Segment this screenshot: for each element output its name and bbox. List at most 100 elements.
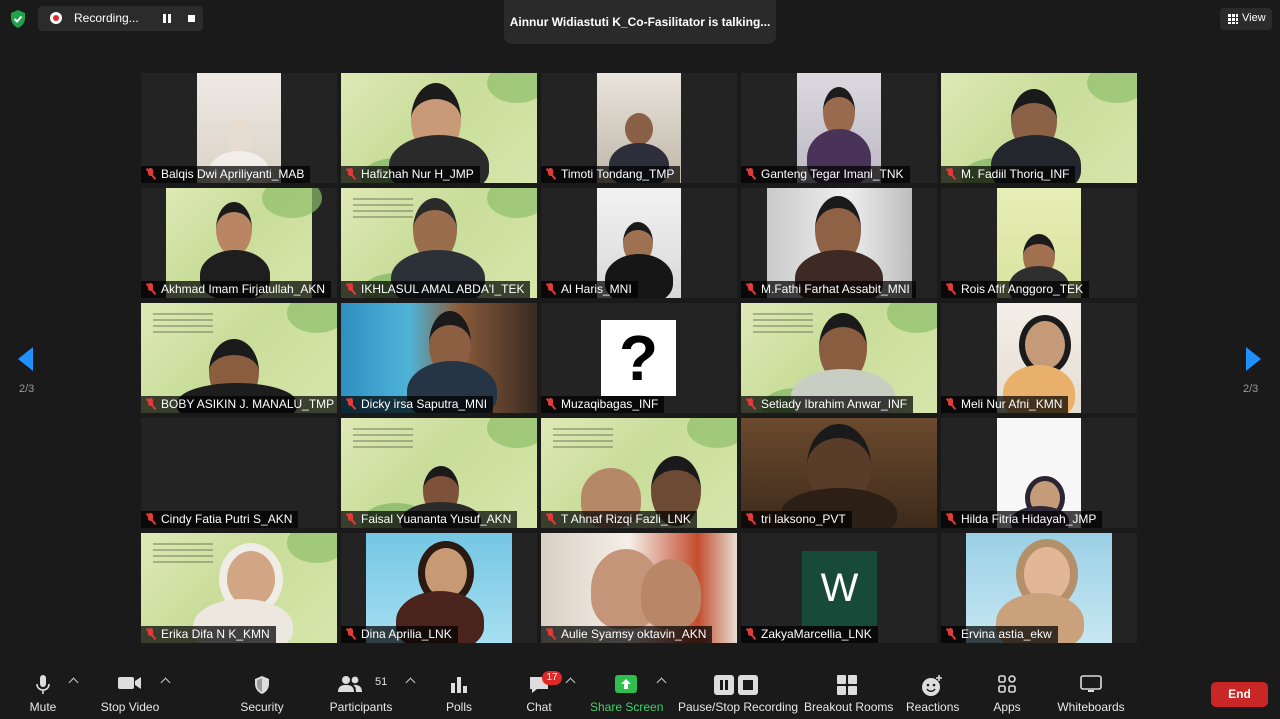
mute-options-chevron-icon[interactable] [68,677,79,688]
whiteboards-label: Whiteboards [1057,700,1125,714]
muted-mic-icon [545,512,557,526]
end-meeting-button[interactable]: End [1211,682,1268,707]
video-tile[interactable]: Hilda Fitria Hidayah_JMP [941,418,1137,528]
pause-stop-recording-button[interactable]: Pause/Stop Recording [678,665,798,719]
active-speaker-banner: Ainnur Widiastuti K_Co-Fasilitator is ta… [504,0,776,44]
chat-options-chevron-icon[interactable] [565,677,576,688]
video-tile[interactable]: Timoti Tondang_TMP [541,73,737,183]
video-tile[interactable]: Ervina astia_ekw [941,533,1137,643]
video-tile[interactable]: Meli Nur Afni_KMN [941,303,1137,413]
previous-page-arrow-icon[interactable] [18,347,33,371]
recording-label: Recording... [74,11,139,25]
participants-count: 51 [375,676,388,688]
share-screen-button[interactable]: Share Screen [590,665,663,719]
breakout-rooms-icon [837,675,857,695]
muted-mic-icon [745,167,757,181]
participant-avatar: ? [601,320,676,396]
video-tile[interactable]: Ganteng Tegar Imani_TNK [741,73,937,183]
muted-mic-icon [145,397,157,411]
muted-mic-icon [145,627,157,641]
participant-name: Ervina astia_ekw [941,626,1058,643]
muted-mic-icon [545,167,557,181]
participant-name: Dicky irsa Saputra_MNI [341,396,494,413]
participant-name: Cindy Fatia Putri S_AKN [141,511,299,528]
security-shield-icon[interactable] [8,9,28,29]
breakout-rooms-button[interactable]: Breakout Rooms [804,665,894,719]
participant-name: Al Haris_MNI [541,281,638,298]
muted-mic-icon [345,167,357,181]
video-tile[interactable]: Setiady Ibrahim Anwar_INF [741,303,937,413]
polls-chart-icon [451,677,467,693]
apps-icon [998,675,1016,693]
video-tile[interactable]: tri laksono_PVT [741,418,937,528]
muted-mic-icon [345,512,357,526]
muted-mic-icon [945,282,957,296]
video-tile[interactable]: Erika Difa N K_KMN [141,533,337,643]
video-tile-active-speaker[interactable]: Faisal Yuananta Yusuf_AKN [341,418,537,528]
next-page-arrow-icon[interactable] [1246,347,1261,371]
reactions-smiley-icon [922,675,942,696]
participant-name: Faisal Yuananta Yusuf_AKN [341,511,518,528]
muted-mic-icon [145,512,157,526]
muted-mic-icon [745,282,757,296]
muted-mic-icon [545,627,557,641]
video-tile[interactable]: Aulie Syamsy oktavin_AKN [541,533,737,643]
video-tile[interactable]: Dicky irsa Saputra_MNI [341,303,537,413]
video-tile[interactable]: W ZakyaMarcellia_LNK [741,533,937,643]
video-tile[interactable]: Akhmad Imam Firjatullah_AKN [141,188,337,298]
polls-label: Polls [445,700,472,714]
muted-mic-icon [545,397,557,411]
stop-video-label: Stop Video [100,700,160,714]
breakout-rooms-label: Breakout Rooms [804,700,894,714]
participants-label: Participants [329,700,393,714]
participant-name: IKHLASUL AMAL ABDA'I_TEK [341,281,531,298]
video-tile[interactable]: Balqis Dwi Apriliyanti_MAB [141,73,337,183]
apps-label: Apps [993,700,1021,714]
participants-button[interactable]: Participants [326,665,396,719]
video-tile[interactable]: Rois Afif Anggoro_TEK [941,188,1137,298]
muted-mic-icon [745,512,757,526]
whiteboards-button[interactable]: Whiteboards [1054,665,1128,719]
stop-recording-icon[interactable] [188,15,195,22]
reactions-button[interactable]: Reactions [906,665,959,719]
video-camera-icon [118,677,141,689]
view-button[interactable]: View [1220,8,1272,30]
muted-mic-icon [145,282,157,296]
video-tile[interactable]: BOBY ASIKIN J. MANALU_TMP [141,303,337,413]
polls-button[interactable]: Polls [436,665,482,719]
security-label: Security [240,700,284,714]
mute-button[interactable]: Mute [18,665,68,719]
participant-name: tri laksono_PVT [741,511,852,528]
participant-name: Hilda Fitria Hidayah_JMP [941,511,1103,528]
pause-recording-icon[interactable] [162,14,172,24]
video-gallery: Balqis Dwi Apriliyanti_MAB Hafizhah Nur … [141,73,1139,645]
page-indicator-left: 2/3 [19,383,35,395]
participant-name: Meli Nur Afni_KMN [941,396,1069,413]
video-tile[interactable]: Hafizhah Nur H_JMP [341,73,537,183]
video-options-chevron-icon[interactable] [160,677,171,688]
recording-indicator: Recording... [38,6,203,31]
participants-options-chevron-icon[interactable] [405,677,416,688]
video-tile[interactable]: Cindy Fatia Putri S_AKN [141,418,337,528]
video-tile[interactable]: ? Muzaqibagas_INF [541,303,737,413]
chat-label: Chat [526,700,552,714]
participant-avatar: W [802,551,877,626]
pause-stop-recording-icon [714,675,758,695]
stop-video-button[interactable]: Stop Video [98,665,162,719]
apps-button[interactable]: Apps [988,665,1026,719]
video-tile[interactable]: IKHLASUL AMAL ABDA'I_TEK [341,188,537,298]
chat-unread-badge: 17 [542,671,562,685]
video-tile[interactable]: M. Fadiil Thoriq_INF [941,73,1137,183]
video-tile[interactable]: M.Fathi Farhat Assabit_MNI [741,188,937,298]
video-tile[interactable]: T Ahnaf Rizqi Fazli_LNK [541,418,737,528]
security-button[interactable]: Security [236,665,288,719]
participant-name: Erika Difa N K_KMN [141,626,276,643]
video-tile[interactable]: Al Haris_MNI [541,188,737,298]
participant-name: Hafizhah Nur H_JMP [341,166,480,183]
participant-name: Rois Afif Anggoro_TEK [941,281,1090,298]
muted-mic-icon [545,282,557,296]
participant-name: Aulie Syamsy oktavin_AKN [541,626,713,643]
participant-name: Ganteng Tegar Imani_TNK [741,166,910,183]
shield-icon [255,676,269,694]
video-tile[interactable]: Dina Aprilia_LNK [341,533,537,643]
